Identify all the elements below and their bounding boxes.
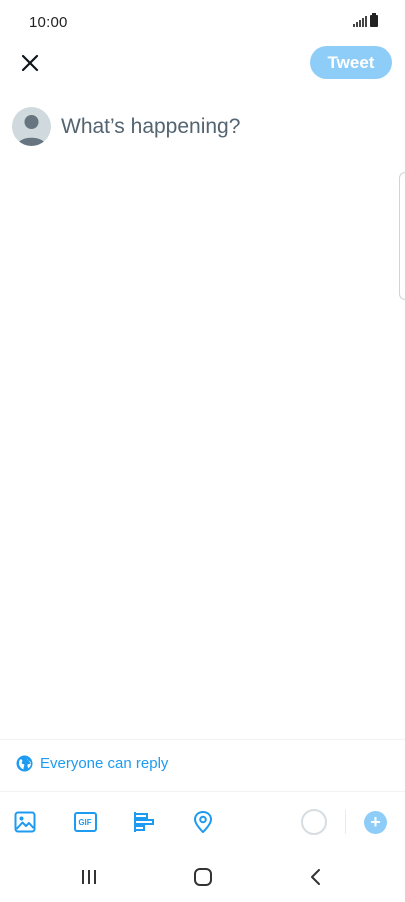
character-count-ring	[301, 809, 327, 835]
image-icon	[14, 811, 36, 833]
back-icon	[311, 869, 320, 885]
tweet-button[interactable]: Tweet	[310, 46, 392, 79]
toolbar-divider	[345, 810, 346, 834]
divider	[0, 791, 405, 792]
home-icon	[194, 868, 212, 886]
location-button[interactable]	[190, 809, 216, 835]
poll-button[interactable]	[131, 809, 157, 835]
signal-icon	[353, 16, 367, 27]
avatar[interactable]	[12, 107, 51, 146]
close-button[interactable]	[15, 48, 45, 78]
default-avatar-icon	[17, 115, 46, 146]
home-button[interactable]	[183, 862, 223, 892]
media-button[interactable]	[12, 809, 38, 835]
poll-icon	[134, 812, 154, 832]
reply-setting-label: Everyone can reply	[40, 755, 169, 772]
location-icon	[194, 811, 212, 833]
tweet-text-input[interactable]	[61, 112, 381, 142]
divider	[0, 739, 405, 740]
recent-apps-icon	[82, 870, 96, 884]
battery-icon	[370, 13, 378, 27]
close-icon	[21, 54, 39, 72]
add-tweet-button[interactable]: +	[364, 811, 387, 834]
status-icons	[353, 13, 378, 27]
globe-icon	[16, 755, 33, 772]
gif-icon: GIF	[73, 812, 97, 832]
recent-apps-button[interactable]	[69, 862, 109, 892]
gif-button[interactable]: GIF	[72, 809, 98, 835]
edge-panel-handle[interactable]	[399, 172, 405, 300]
status-bar: 10:00	[0, 0, 405, 44]
reply-setting-button[interactable]: Everyone can reply	[16, 755, 168, 772]
status-time: 10:00	[29, 14, 68, 31]
back-button[interactable]	[296, 862, 336, 892]
